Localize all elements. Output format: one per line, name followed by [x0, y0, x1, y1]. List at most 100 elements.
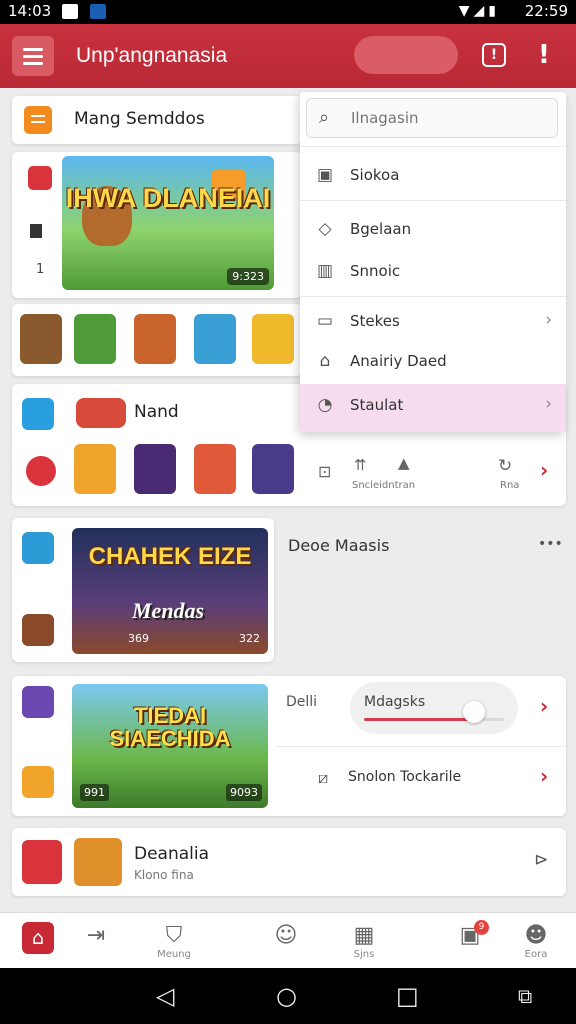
- more-icon[interactable]: •••: [538, 536, 563, 552]
- game-tile-icon[interactable]: [22, 840, 62, 884]
- chevron-right-icon: ›: [545, 394, 552, 414]
- nav-forward[interactable]: ⇥: [66, 913, 126, 969]
- profile-icon: ☺: [274, 923, 298, 948]
- status-bar: 14:03 ▼◢▮ 22:59: [0, 0, 576, 24]
- game-tile-icon[interactable]: [252, 314, 294, 364]
- game-tile-icon[interactable]: [22, 766, 54, 798]
- chevron-right-icon: ›: [545, 310, 552, 330]
- divider: [300, 146, 566, 147]
- appbar-search-pill[interactable]: [354, 36, 458, 74]
- bottom-card-title: Deanalia: [134, 844, 210, 864]
- featured-card[interactable]: 1 IHWA DLANEIAI 9:323: [12, 152, 302, 298]
- notification-badge: 9: [474, 920, 489, 935]
- square-icon[interactable]: ⊡: [318, 462, 331, 481]
- deoe-badge-left: 369: [128, 632, 149, 645]
- game-badge-icon: [28, 166, 52, 190]
- slider-container: Mdagsks: [350, 682, 518, 734]
- chevron-right-icon[interactable]: ›: [540, 458, 548, 482]
- dropdown-item-label: Bgelaan: [350, 220, 412, 238]
- game-tile-icon[interactable]: [22, 614, 54, 646]
- app-title: Unp'angnanasia: [76, 44, 228, 67]
- slider-card-row-label[interactable]: Snolon Tockarile: [348, 769, 461, 785]
- grid-icon: ▦: [353, 923, 375, 948]
- nand-title: Nand: [134, 402, 179, 422]
- dropdown-item-1[interactable]: ▣ Siokoa: [300, 154, 566, 198]
- shield-icon: ⛉: [165, 923, 183, 948]
- nav-profile[interactable]: ☺: [256, 913, 316, 969]
- controller-icon: [30, 224, 42, 238]
- person-icon: ☻: [524, 923, 548, 948]
- slider-label: Mdagsks: [364, 694, 426, 710]
- nav-shield[interactable]: ⛉ Meung: [144, 913, 204, 969]
- nand-app-icon: [22, 398, 54, 430]
- game-tile-icon[interactable]: [194, 314, 236, 364]
- person-icon[interactable]: ▲: [398, 454, 410, 472]
- diamond-icon: ◇: [318, 219, 332, 239]
- dropdown-item-5[interactable]: ⌂ Anairiy Daed: [300, 340, 566, 384]
- game-tile-icon[interactable]: [252, 444, 294, 494]
- game-tile-icon[interactable]: [74, 838, 122, 886]
- notification-icon: [62, 4, 78, 19]
- tag-icon[interactable]: ⊳: [534, 850, 548, 870]
- nav-label: Meung: [157, 949, 191, 960]
- recents-icon[interactable]: □: [396, 982, 419, 1010]
- nav-stats[interactable]: ▦ Sjns: [334, 913, 394, 969]
- deoe-banner-subtitle: Mendas: [132, 598, 205, 623]
- info-icon[interactable]: !: [482, 43, 506, 67]
- game-tile-icon[interactable]: [74, 444, 116, 494]
- signal-icons: ▼◢▮: [458, 3, 500, 19]
- lock-icon: ⌂: [319, 351, 331, 371]
- pause-box-icon: ▥: [316, 261, 334, 281]
- dropdown-search: ⌕: [306, 98, 558, 138]
- bottom-card[interactable]: Deanalia Klono fina ⊳: [12, 828, 566, 896]
- dropdown-item-label: Staulat: [350, 396, 404, 414]
- dropdown-item-4[interactable]: ▭ Stekes ›: [300, 300, 566, 344]
- slider-fill: [364, 718, 469, 721]
- character-icon: [76, 398, 126, 428]
- game-tile-icon[interactable]: [134, 314, 176, 364]
- featured-side-number: 1: [36, 262, 45, 277]
- arrow-right-icon: ⇥: [86, 923, 106, 948]
- menu-icon[interactable]: [12, 36, 54, 76]
- chart-icon[interactable]: ⇈: [354, 456, 367, 474]
- dropdown-item-2[interactable]: ◇ Bgelaan: [300, 208, 566, 252]
- back-icon[interactable]: ◁: [156, 982, 174, 1010]
- divider: [300, 200, 566, 201]
- nav-label: Sjns: [353, 949, 375, 960]
- deoe-thumbnail[interactable]: CHAHEK EIZE Mendas 369 322: [72, 528, 268, 654]
- screenshot-icon[interactable]: ⧉: [518, 984, 532, 1008]
- home-circle-icon[interactable]: ○: [276, 982, 297, 1010]
- slider-card-thumbnail[interactable]: TIEDAI SIAECHIDA 991 9093: [72, 684, 268, 808]
- featured-thumbnail[interactable]: IHWA DLANEIAI 9:323: [62, 156, 274, 290]
- action-label-2: Rna: [500, 480, 520, 491]
- chevron-right-icon[interactable]: ›: [540, 694, 548, 718]
- chevron-right-icon[interactable]: ›: [540, 764, 548, 788]
- home-icon[interactable]: ⌂: [22, 922, 54, 954]
- inbox-icon: ▣: [459, 923, 481, 948]
- app-notification-icon: [90, 4, 106, 19]
- dropdown-item-6-selected[interactable]: ◔ Staulat ›: [300, 384, 566, 432]
- system-nav-bar: ◁ ○ □ ⧉: [0, 968, 576, 1024]
- deoe-badge-right: 322: [239, 632, 260, 645]
- featured-tiles-row: [12, 304, 302, 376]
- game-tile-icon[interactable]: [134, 444, 176, 494]
- nav-label: Eora: [524, 949, 548, 960]
- deoe-card[interactable]: CHAHEK EIZE Mendas 369 322: [12, 518, 274, 662]
- dropdown-item-label: Stekes: [350, 312, 400, 330]
- nav-account[interactable]: ☻ Eora: [506, 913, 566, 969]
- dropdown-search-input[interactable]: [351, 107, 551, 129]
- nav-inbox[interactable]: ▣: [440, 913, 500, 969]
- alert-icon[interactable]: !: [538, 40, 550, 70]
- menu-list-icon: [24, 106, 52, 134]
- status-time-left: 14:03: [8, 2, 52, 20]
- game-tile-icon[interactable]: [20, 314, 62, 364]
- bottom-nav: ⌂ ⇥ ⛉ Meung ☺ ▦ Sjns ▣ 9 ☻ Eora: [0, 912, 576, 968]
- game-tile-icon[interactable]: [74, 314, 116, 364]
- refresh-icon[interactable]: ↻: [498, 456, 512, 476]
- divider: [300, 296, 566, 297]
- game-tile-icon[interactable]: [194, 444, 236, 494]
- dropdown-item-3[interactable]: ▥ Snnoic: [300, 250, 566, 294]
- section-header-card: Mang Semddos: [12, 96, 302, 144]
- slider-thumb[interactable]: [463, 701, 485, 723]
- character-icon: [22, 686, 54, 718]
